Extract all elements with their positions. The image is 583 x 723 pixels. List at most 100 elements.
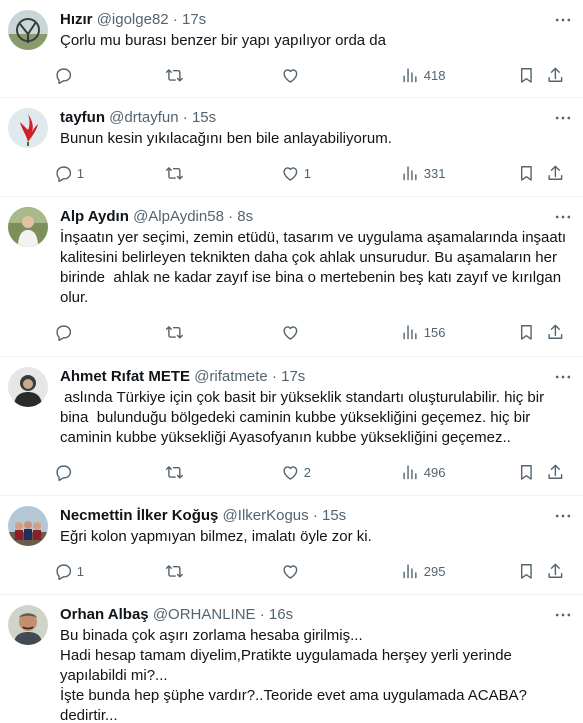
avatar[interactable]: [8, 207, 48, 247]
more-icon: [555, 215, 571, 219]
more-options-button[interactable]: [553, 506, 573, 526]
more-options-button[interactable]: [553, 207, 573, 227]
tweet[interactable]: Ahmet Rıfat METE @rifatmete · 17s aslınd…: [0, 357, 583, 496]
timestamp[interactable]: 15s: [322, 507, 346, 524]
share-button[interactable]: [546, 555, 565, 587]
share-icon: [548, 563, 563, 578]
views-icon: [403, 465, 417, 479]
bookmark-button[interactable]: [517, 59, 536, 91]
user-handle[interactable]: @ORHANLINE: [153, 606, 256, 623]
like-button[interactable]: [281, 555, 304, 587]
more-options-button[interactable]: [553, 10, 573, 30]
more-icon: [555, 18, 571, 22]
like-button[interactable]: 2: [281, 456, 311, 488]
retweet-button[interactable]: [165, 316, 188, 348]
more-options-button[interactable]: [553, 108, 573, 128]
timestamp[interactable]: 8s: [237, 208, 253, 225]
more-icon: [555, 375, 571, 379]
retweet-button[interactable]: [165, 555, 188, 587]
share-button[interactable]: [546, 157, 565, 189]
user-handle[interactable]: @igolge82: [97, 11, 169, 28]
retweet-icon: [165, 68, 183, 82]
like-count: 1: [303, 165, 311, 181]
bookmark-button[interactable]: [517, 456, 536, 488]
retweet-icon: [165, 465, 183, 479]
tweet-actions: 1 295: [56, 555, 571, 587]
display-name[interactable]: Alp Aydın: [60, 208, 129, 225]
views-button[interactable]: 295: [401, 555, 445, 587]
like-icon: [283, 465, 298, 480]
tweet[interactable]: Hızır @igolge82 · 17s Çorlu mu burası be…: [0, 0, 583, 98]
retweet-button[interactable]: [165, 59, 188, 91]
reply-button[interactable]: 1: [54, 157, 84, 189]
avatar[interactable]: [8, 10, 48, 50]
reply-icon: [56, 68, 72, 84]
reply-icon: [56, 325, 72, 341]
views-button[interactable]: 331: [401, 157, 445, 189]
display-name[interactable]: Orhan Albaş: [60, 606, 149, 623]
reply-button[interactable]: [54, 59, 77, 91]
user-handle[interactable]: @AlpAydin58: [133, 208, 224, 225]
separator-dot: ·: [259, 606, 265, 623]
reply-feed: Hızır @igolge82 · 17s Çorlu mu burası be…: [0, 0, 583, 723]
reply-button[interactable]: [54, 316, 77, 348]
bookmark-button[interactable]: [517, 316, 536, 348]
display-name[interactable]: tayfun: [60, 109, 105, 126]
separator-dot: ·: [312, 507, 318, 524]
more-icon: [555, 514, 571, 518]
views-icon: [403, 166, 417, 180]
view-count: 331: [423, 165, 446, 181]
bookmark-button[interactable]: [517, 157, 536, 189]
reply-button[interactable]: [54, 456, 77, 488]
reply-button[interactable]: 1: [54, 555, 84, 587]
timestamp[interactable]: 17s: [182, 11, 206, 28]
like-button[interactable]: [281, 59, 304, 91]
view-count: 496: [423, 464, 446, 480]
user-handle[interactable]: @rifatmete: [194, 368, 268, 385]
share-icon: [548, 464, 563, 479]
user-handle[interactable]: @IlkerKogus: [223, 507, 309, 524]
timestamp[interactable]: 17s: [281, 368, 305, 385]
bookmark-button[interactable]: [517, 555, 536, 587]
timestamp[interactable]: 15s: [192, 109, 216, 126]
retweet-button[interactable]: [165, 456, 188, 488]
view-count: 295: [423, 563, 446, 579]
separator-dot: ·: [228, 208, 234, 225]
avatar[interactable]: [8, 506, 48, 546]
tweet-header: Orhan Albaş @ORHANLINE · 16s: [60, 605, 571, 625]
like-button[interactable]: [281, 316, 304, 348]
reply-icon: [56, 465, 72, 481]
tweet-header: Alp Aydın @AlpAydin58 · 8s: [60, 207, 571, 227]
like-icon: [283, 166, 298, 181]
share-icon: [548, 165, 563, 180]
tweet[interactable]: Alp Aydın @AlpAydin58 · 8s İnşaatın yer …: [0, 197, 583, 357]
bookmark-icon: [520, 324, 532, 340]
display-name[interactable]: Necmettin İlker Koğuş: [60, 507, 218, 524]
more-icon: [555, 613, 571, 617]
more-options-button[interactable]: [553, 367, 573, 387]
views-button[interactable]: 156: [401, 316, 445, 348]
share-button[interactable]: [546, 59, 565, 91]
display-name[interactable]: Hızır: [60, 11, 93, 28]
avatar[interactable]: [8, 605, 48, 645]
timestamp[interactable]: 16s: [269, 606, 293, 623]
view-count: 156: [423, 324, 446, 340]
views-button[interactable]: 496: [401, 456, 445, 488]
more-options-button[interactable]: [553, 605, 573, 625]
tweet[interactable]: Necmettin İlker Koğuş @IlkerKogus · 15s …: [0, 496, 583, 595]
retweet-button[interactable]: [165, 157, 188, 189]
avatar[interactable]: [8, 108, 48, 148]
share-button[interactable]: [546, 456, 565, 488]
views-button[interactable]: 418: [401, 59, 445, 91]
tweet[interactable]: tayfun @drtayfun · 15s Bunun kesin yıkıl…: [0, 98, 583, 197]
reply-icon: [56, 166, 72, 182]
like-button[interactable]: 1: [281, 157, 311, 189]
user-handle[interactable]: @drtayfun: [109, 109, 178, 126]
share-button[interactable]: [546, 316, 565, 348]
more-icon: [555, 116, 571, 120]
display-name[interactable]: Ahmet Rıfat METE: [60, 368, 190, 385]
like-icon: [283, 564, 298, 579]
tweet[interactable]: Orhan Albaş @ORHANLINE · 16s Bu binada ç…: [0, 595, 583, 723]
tweet-header: Hızır @igolge82 · 17s: [60, 10, 571, 30]
avatar[interactable]: [8, 367, 48, 407]
